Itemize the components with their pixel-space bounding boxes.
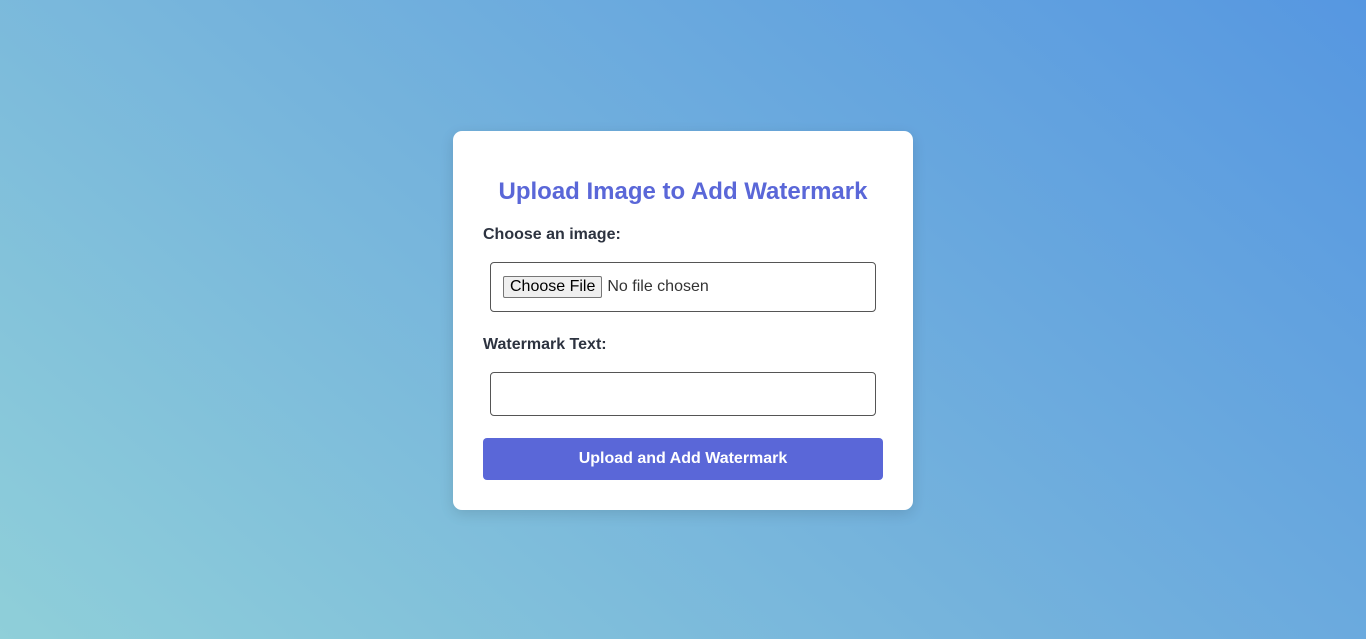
- upload-and-watermark-button[interactable]: Upload and Add Watermark: [483, 438, 883, 480]
- page-title: Upload Image to Add Watermark: [498, 178, 868, 205]
- file-status-text: No file chosen: [607, 278, 709, 295]
- choose-file-button[interactable]: Choose File: [503, 276, 603, 298]
- watermark-label: Watermark Text:: [483, 336, 607, 353]
- upload-card: Upload Image to Add Watermark Choose an …: [453, 131, 913, 510]
- file-input[interactable]: Choose File No file chosen: [490, 262, 876, 312]
- watermark-text-input[interactable]: [490, 372, 876, 416]
- image-label: Choose an image:: [483, 226, 621, 243]
